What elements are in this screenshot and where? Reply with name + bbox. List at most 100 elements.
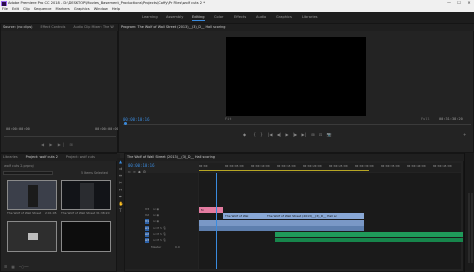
master-volume[interactable]: 0.0 — [175, 245, 180, 249]
clip-v2-b-label: The Wolf of Wall Street (2013)__(3)_D__ … — [267, 214, 338, 218]
folder-icon — [28, 233, 38, 240]
program-monitor-video[interactable] — [226, 37, 366, 116]
export-frame-icon[interactable]: 📷 — [327, 132, 332, 137]
tools-panel: ▲ ⇉ ⇹ ✂ ↔ ✒ ✋ T — [117, 158, 124, 272]
program-title[interactable]: Program: The Wolf of Wall Street (2013)_… — [121, 25, 225, 29]
ruler-tick: 00:00:20:00 — [303, 164, 322, 168]
step-back-icon[interactable]: ◀| — [277, 132, 281, 137]
timeline-ruler[interactable]: 00:00 00:00:05:00 00:00:10:00 00:00:15:0… — [199, 163, 461, 172]
source-scrubber[interactable] — [4, 136, 116, 137]
clip-v2-label: The Wolf of Wal — [225, 214, 249, 218]
ruler-tick: 00:00:25:00 — [329, 164, 348, 168]
track-select-tool-icon[interactable]: ⇉ — [119, 167, 123, 171]
hand-tool-icon[interactable]: ✋ — [119, 202, 124, 206]
track-v1-label[interactable]: V1 — [145, 219, 149, 224]
program-fit-dropdown[interactable]: Fit — [225, 117, 232, 121]
workspace-color[interactable]: Color — [214, 15, 223, 19]
thumbnail-figure — [28, 185, 38, 207]
project-item-1-label: The Wolf of Wall Street — [7, 211, 42, 215]
program-scrubber[interactable] — [123, 124, 471, 125]
icon-view-icon[interactable]: ▦ — [11, 265, 14, 269]
zoom-slider[interactable]: ─○── — [19, 265, 29, 269]
program-transport-controls: ◆ { } |◀ ◀| ▶ |▶ ▶| ⊞ ⊡ 📷 — [243, 132, 353, 138]
clip-a1[interactable] — [199, 226, 364, 231]
project-thumbnail-1[interactable] — [7, 180, 57, 210]
project-search-input[interactable] — [3, 171, 53, 175]
program-quality-dropdown[interactable]: Full — [421, 117, 430, 121]
program-playhead[interactable] — [124, 122, 127, 125]
track-a2-controls[interactable]: ⊡ M S 🎙 — [153, 232, 167, 236]
clip-v2[interactable]: The Wolf of Wal — [223, 213, 267, 219]
mark-out-icon[interactable]: } — [260, 132, 263, 137]
lift-icon[interactable]: ⊞ — [311, 132, 314, 137]
ruler-tick: 00:00:40:00 — [407, 164, 426, 168]
play-icon[interactable]: ▶ — [285, 132, 288, 137]
workspace-assembly[interactable]: Assembly — [166, 15, 183, 19]
clip-a2-audio[interactable] — [275, 232, 463, 237]
workspace-libraries[interactable]: Libraries — [302, 15, 318, 19]
extract-icon[interactable]: ⊡ — [319, 132, 322, 137]
clip-pink[interactable]: fx — [199, 207, 223, 213]
tracks-area[interactable]: fx The Wolf of Wal The Wolf of Wall Stre… — [199, 173, 463, 269]
workspace-effects[interactable]: Effects — [234, 15, 246, 19]
tab-audio-clip-mixer[interactable]: Audio Clip Mixer: The W — [73, 25, 113, 29]
timeline-playhead[interactable] — [216, 173, 217, 269]
tab-sequence[interactable]: The Wolf of Wall Street (2013)__(3)_D__ … — [127, 155, 215, 159]
project-item-2-label: The Wolf of Wall Street — [61, 211, 96, 215]
go-to-out-icon[interactable]: ▶| — [302, 132, 306, 137]
track-v3-controls[interactable]: ⊡ ◉ — [153, 207, 159, 211]
timeline-timecode[interactable]: 00:00:10:16 — [128, 163, 155, 168]
project-thumbnail-4[interactable] — [61, 221, 111, 252]
project-bin-name: wolf cuts 2.prproj — [4, 164, 34, 168]
project-thumbnail-2[interactable] — [61, 180, 111, 210]
workspace-learning[interactable]: Learning — [142, 15, 158, 19]
ripple-edit-tool-icon[interactable]: ⇹ — [119, 174, 123, 178]
project-panel-footer: ☰ ▦ ─○── — [4, 265, 115, 270]
timeline-tabs: The Wolf of Wall Street (2013)__(3)_D__ … — [125, 154, 467, 161]
tab-libraries[interactable]: Libraries — [3, 155, 18, 159]
pen-tool-icon[interactable]: ✒ — [119, 195, 123, 199]
project-thumbnail-3[interactable] — [7, 221, 57, 252]
track-v2-controls[interactable]: ⊡ ◉ — [153, 213, 159, 217]
add-marker-icon[interactable]: ◆ — [243, 132, 246, 137]
list-view-icon[interactable]: ☰ — [4, 265, 7, 269]
button-editor-icon[interactable]: + — [463, 132, 466, 137]
tab-source[interactable]: Source: (no clips) — [3, 25, 32, 29]
type-tool-icon[interactable]: T — [119, 209, 123, 213]
track-a2-label[interactable]: A2 — [145, 232, 149, 237]
source-transport-controls[interactable]: ◀ ▶ ▶| ⊞ — [41, 142, 81, 147]
track-a1-label[interactable]: A1 — [145, 226, 149, 231]
track-v3-label[interactable]: V3 — [145, 207, 149, 212]
go-to-in-icon[interactable]: |◀ — [268, 132, 272, 137]
step-forward-icon[interactable]: |▶ — [293, 132, 297, 137]
slip-tool-icon[interactable]: ↔ — [119, 188, 123, 192]
tab-effect-controls[interactable]: Effect Controls — [40, 25, 65, 29]
track-a3-controls[interactable]: ⊡ M S 🎙 — [153, 238, 167, 242]
selection-tool-icon[interactable]: ▲ — [119, 160, 123, 164]
track-a3-label[interactable]: A3 — [145, 238, 149, 243]
program-timecode[interactable]: 00:00:10:16 — [123, 117, 150, 122]
ruler-tick: 00:00:35:00 — [381, 164, 400, 168]
project-panel: Libraries Project: wolf cuts 2 Project: wo… — [0, 153, 120, 272]
mark-in-icon[interactable]: { — [253, 132, 256, 137]
workspace-graphics[interactable]: Graphics — [276, 15, 292, 19]
clip-v2-b[interactable]: The Wolf of Wall Street (2013)__(3)_D__ … — [265, 213, 364, 219]
track-v2-label[interactable]: V2 — [145, 213, 149, 218]
source-panel-tabs: Source: (no clips) Effect Controls Audio C… — [1, 24, 121, 31]
work-area-bar[interactable] — [199, 170, 369, 172]
source-timecode-left: 00:00:00:00 — [6, 127, 30, 131]
tab-project-wolf-cuts-2[interactable]: Project: wolf cuts 2 — [26, 155, 58, 159]
razor-tool-icon[interactable]: ✂ — [119, 181, 123, 185]
project-panel-tabs: Libraries Project: wolf cuts 2 Project: wo… — [1, 154, 120, 161]
workspace-editing[interactable]: Editing — [192, 15, 205, 21]
clip-a3-audio[interactable] — [275, 238, 463, 242]
tab-project-wolf-cuts[interactable]: Project: wolf cuts — [66, 155, 95, 159]
source-panel: Source: (no clips) Effect Controls Audio C… — [0, 23, 121, 153]
workspace-audio[interactable]: Audio — [256, 15, 266, 19]
ruler-tick: 00:00 — [199, 164, 208, 168]
source-timecode-right: 00:00:00:00 — [95, 127, 119, 131]
clip-pink-label: fx — [201, 208, 204, 212]
track-a1-controls[interactable]: ⊡ M S 🎙 — [153, 226, 167, 230]
timeline-panel: The Wolf of Wall Street (2013)__(3)_D__ … — [124, 153, 467, 272]
track-v1-controls[interactable]: ⊡ ◉ — [153, 219, 159, 223]
